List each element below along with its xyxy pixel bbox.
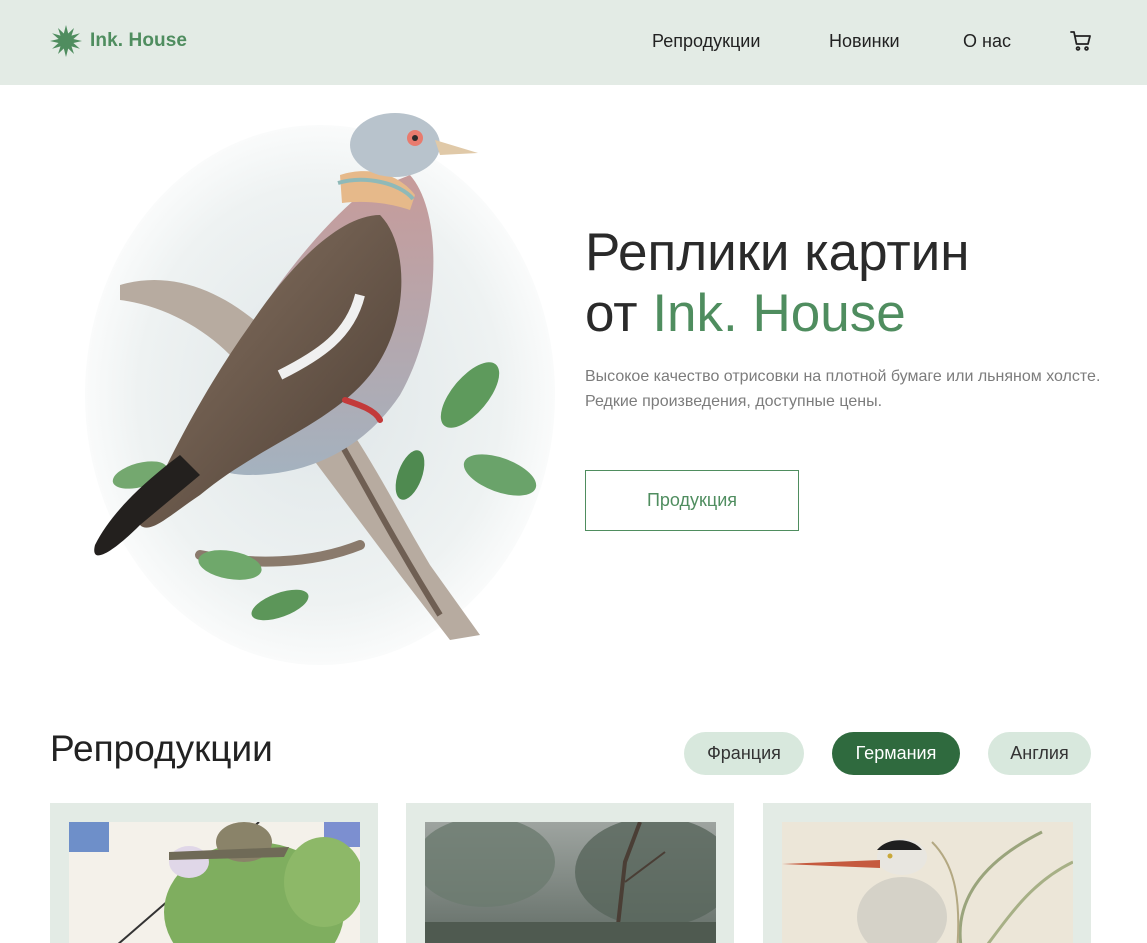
cart-icon[interactable] [1069,29,1093,53]
heron-illustration [782,822,1073,943]
hero-title: Реплики картин от Ink. House [585,222,1105,344]
hero-description: Высокое качество отрисовки на плотной бу… [585,368,1101,410]
filter-chip-germany[interactable]: Германия [832,732,960,775]
products-button[interactable]: Продукция [585,470,799,531]
starburst-icon [50,25,82,57]
nav-link-reproductions[interactable]: Репродукции [652,31,760,52]
product-card-3[interactable] [763,803,1091,943]
nav-link-new[interactable]: Новинки [829,31,900,52]
hero-title-line1: Реплики картин [585,223,970,282]
site-header: Ink. House Репродукции Новинки О нас [0,0,1147,85]
product-card-1[interactable] [50,803,378,943]
hero-title-brand: Ink. House [652,284,906,343]
illustrated-figure-artwork [69,822,360,943]
section-title: Репродукции [50,728,273,769]
hero-title-prefix: от [585,284,653,343]
logo[interactable]: Ink. House [50,25,187,57]
product-card-2[interactable] [406,803,734,943]
logo-text: Ink. House [90,30,188,51]
nav-link-about[interactable]: О нас [963,31,1011,52]
misty-forest-painting [425,822,716,943]
filter-chip-france[interactable]: Франция [684,732,804,775]
filter-chip-england[interactable]: Англия [988,732,1091,775]
pigeon-illustration [80,95,560,665]
